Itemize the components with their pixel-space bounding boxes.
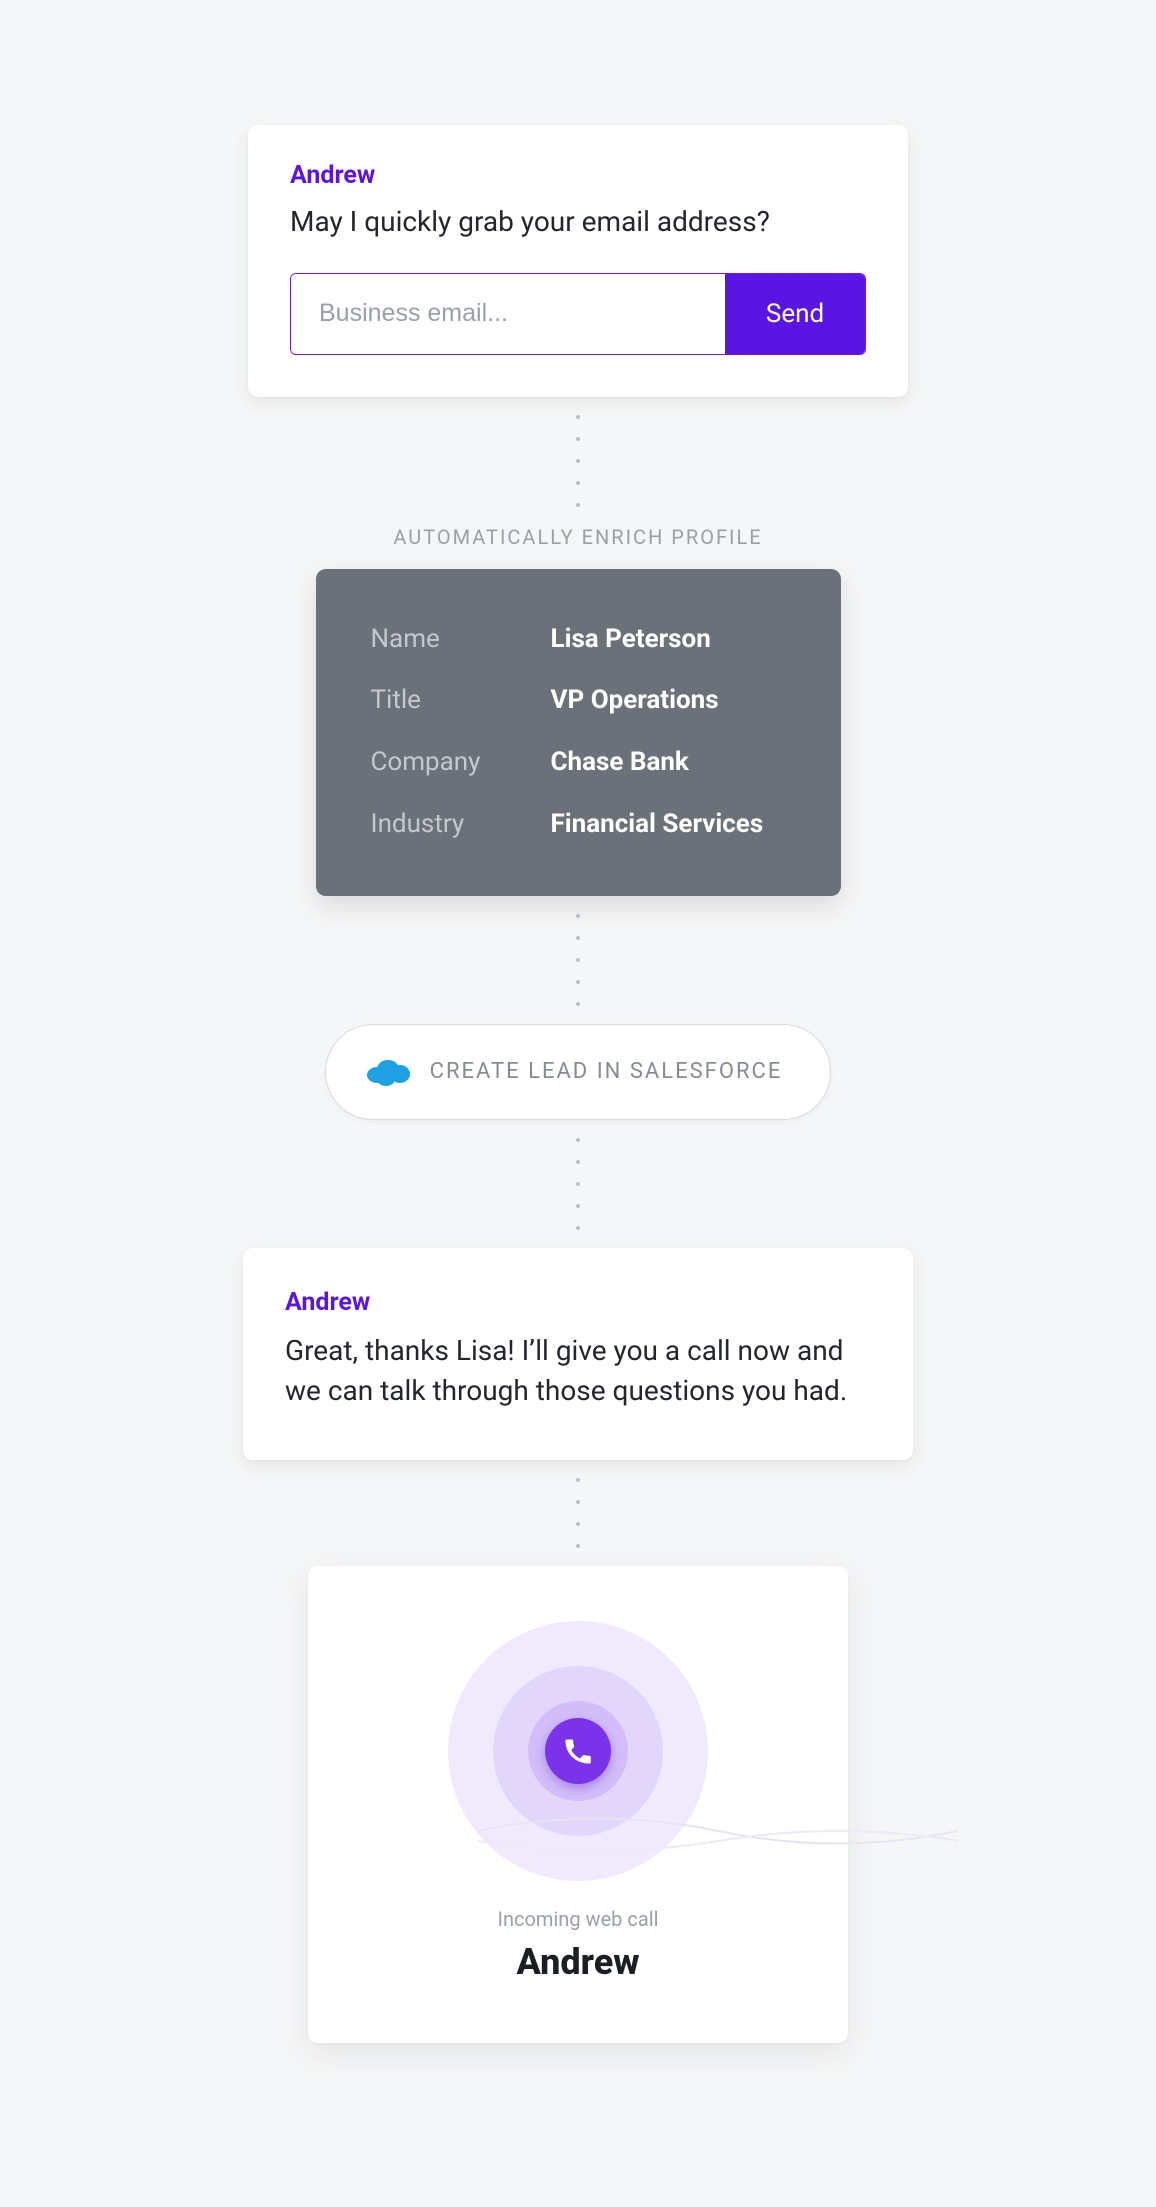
profile-row-title: Title VP Operations [371, 670, 786, 732]
create-lead-salesforce-button[interactable]: CREATE LEAD IN SALESFORCE [325, 1024, 832, 1120]
profile-value: Financial Services [551, 808, 786, 842]
call-ripple [448, 1621, 708, 1881]
chat-card-followup: Andrew Great, thanks Lisa! I’ll give you… [243, 1248, 913, 1460]
profile-label: Title [371, 684, 551, 718]
connector-dots [576, 1120, 580, 1248]
sender-name: Andrew [290, 161, 866, 190]
profile-row-company: Company Chase Bank [371, 732, 786, 794]
incoming-call-label: Incoming web call [348, 1907, 808, 1931]
profile-label: Name [371, 623, 551, 657]
profile-label: Industry [371, 808, 551, 842]
sender-name: Andrew [285, 1288, 871, 1317]
phone-icon [545, 1718, 611, 1784]
profile-row-industry: Industry Financial Services [371, 794, 786, 856]
connector-dots [576, 896, 580, 1024]
connector-dots [576, 397, 580, 525]
profile-value: Chase Bank [551, 746, 786, 780]
business-email-input[interactable] [291, 274, 725, 354]
chat-card-request-email: Andrew May I quickly grab your email add… [248, 125, 908, 397]
create-lead-label: CREATE LEAD IN SALESFORCE [430, 1059, 783, 1084]
profile-card: Name Lisa Peterson Title VP Operations C… [316, 569, 841, 896]
incoming-call-card: Incoming web call Andrew [308, 1566, 848, 2043]
profile-label: Company [371, 746, 551, 780]
send-button[interactable]: Send [725, 274, 865, 354]
step-label-enrich: AUTOMATICALLY ENRICH PROFILE [393, 525, 762, 549]
salesforce-icon [366, 1057, 410, 1087]
flow-canvas: Andrew May I quickly grab your email add… [0, 0, 1156, 2207]
email-input-row: Send [290, 273, 866, 355]
profile-value: VP Operations [551, 684, 786, 718]
profile-value: Lisa Peterson [551, 623, 786, 657]
connector-dots [576, 1460, 580, 1566]
chat-message: Great, thanks Lisa! I’ll give you a call… [285, 1331, 871, 1412]
caller-name: Andrew [348, 1941, 808, 1983]
chat-message: May I quickly grab your email address? [290, 202, 866, 243]
profile-row-name: Name Lisa Peterson [371, 609, 786, 671]
